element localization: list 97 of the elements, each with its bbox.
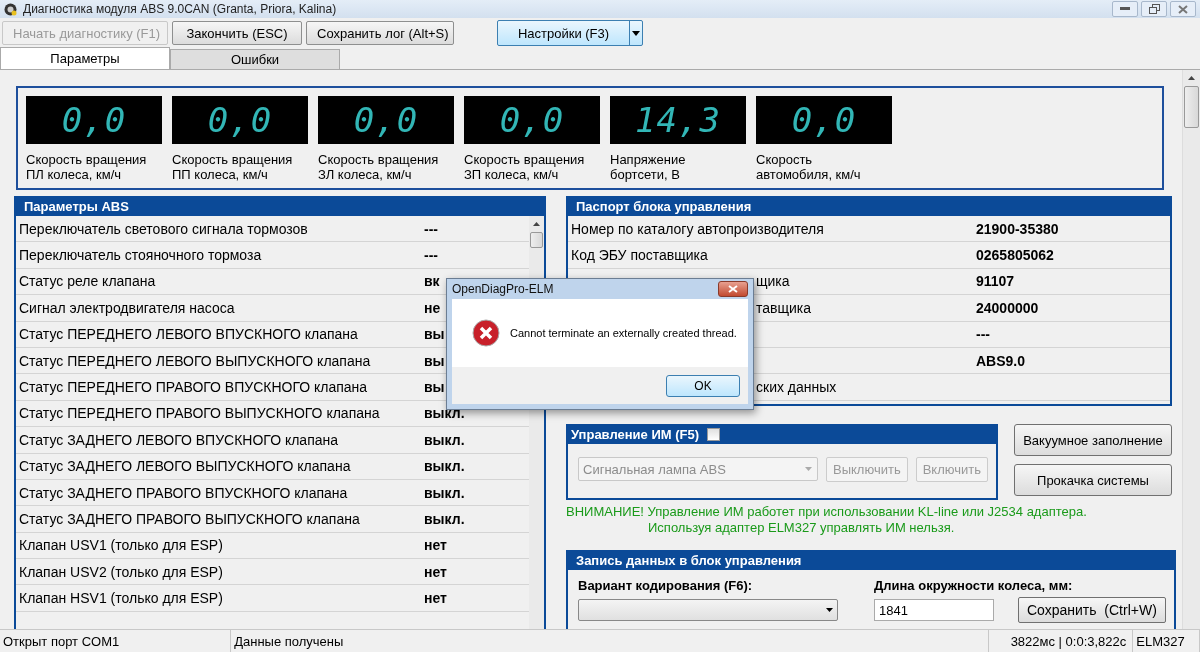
digital-display: 14,3 <box>610 96 746 144</box>
checkbox[interactable] <box>707 427 721 441</box>
action-button[interactable]: Прокачка системы <box>1014 464 1172 496</box>
param-value: нет <box>424 537 447 554</box>
toolbar-button[interactable]: Сохранить лог (Alt+S) <box>306 21 454 45</box>
gauge-label: Скорость автомобиля, км/ч <box>756 152 862 182</box>
dropdown-arrow-icon <box>826 608 833 612</box>
param-label: Сигнал электродвигателя насоса <box>19 299 236 316</box>
scroll-thumb[interactable] <box>1184 86 1199 128</box>
passport-value: --- <box>976 326 990 343</box>
param-value: выкл. <box>424 405 465 422</box>
passport-value: 24000000 <box>976 299 1039 316</box>
panel-header: Паспорт блока управления <box>568 196 1170 216</box>
param-label: Статус ПЕРЕДНЕГО ПРАВОГО ВПУСКНОГО клапана <box>19 379 369 396</box>
digital-display: 0,0 <box>26 96 162 144</box>
ok-button[interactable]: OK <box>666 374 740 397</box>
passport-value: 0265805062 <box>976 247 1054 264</box>
passport-label: тавщика <box>756 299 812 316</box>
gauge-label: Скорость вращения ЗЛ колеса, км/ч <box>318 152 440 182</box>
digital-display: 0,0 <box>318 96 454 144</box>
param-label: Статус ЗАДНЕГО ЛЕВОГО ВПУСКНОГО клапана <box>19 431 340 448</box>
param-value: --- <box>424 247 438 264</box>
param-label: Клапан USV1 (только для ESP) <box>19 537 224 554</box>
param-value: выкл. <box>424 431 465 448</box>
passport-value: ABS9.0 <box>976 352 1026 369</box>
scroll-thumb[interactable] <box>530 232 543 248</box>
scroll-up-icon <box>533 222 540 226</box>
restore-icon <box>1148 4 1160 14</box>
coding-dropdown[interactable] <box>578 599 838 621</box>
minimize-button[interactable] <box>1112 1 1138 17</box>
param-value: не <box>424 299 441 316</box>
passport-label: ских данных <box>756 379 837 396</box>
passport-value: 91107 <box>976 273 1015 290</box>
toolbar-button[interactable]: Закончить (ESC) <box>172 21 302 45</box>
param-label: Статус ПЕРЕДНЕГО ЛЕВОГО ВПУСКНОГО клапана <box>19 326 359 343</box>
param-label: Статус реле клапана <box>19 273 157 290</box>
tab[interactable]: Параметры <box>0 47 170 69</box>
scroll-up-icon <box>1188 76 1195 80</box>
passport-label: щика <box>756 273 790 290</box>
digital-display: 0,0 <box>172 96 308 144</box>
param-label: Статус ЗАДНЕГО ЛЕВОГО ВЫПУСКНОГО клапана <box>19 458 352 475</box>
field-label: Длина окружности колеса, мм: <box>874 578 1073 593</box>
gauge-label: Скорость вращения ПП колеса, км/ч <box>172 152 294 182</box>
gauge-label: Скорость вращения ПЛ колеса, км/ч <box>26 152 148 182</box>
minimize-icon <box>1120 7 1130 11</box>
dialog-title: OpenDiagPro-ELM <box>452 282 554 296</box>
passport-label: Номер по каталогу автопроизводителя <box>571 220 824 237</box>
param-value: вы <box>424 326 445 343</box>
panel-header: Управление ИМ (F5) <box>571 426 700 442</box>
dialog-message: Cannot terminate an externally created thread. <box>510 327 737 339</box>
caret-icon <box>632 30 640 36</box>
param-label: Переключатель стояночного тормоза <box>19 247 263 264</box>
warning-text: Используя адаптер ELM327 управлять ИМ нельзя. <box>648 520 955 535</box>
warning-text: ВНИМАНИЕ! Управление ИМ работет при использовании KL-line или J2534 адаптера. <box>566 504 1087 519</box>
save-button[interactable]: Сохранить (Ctrl+W) <box>1018 597 1166 623</box>
param-value: выкл. <box>424 458 465 475</box>
status-text: ELM327 <box>1136 633 1185 649</box>
close-button[interactable] <box>1170 1 1196 17</box>
param-label: Статус ПЕРЕДНЕГО ПРАВОГО ВЫПУСКНОГО клапана <box>19 405 381 422</box>
close-button[interactable] <box>718 281 748 297</box>
param-value: выкл. <box>424 484 465 501</box>
param-value: вы <box>424 379 445 396</box>
param-label: Статус ПЕРЕДНЕГО ЛЕВОГО ВЫПУСКНОГО клапана <box>19 352 372 369</box>
digital-display: 0,0 <box>756 96 892 144</box>
passport-label: Код ЭБУ поставщика <box>571 247 708 264</box>
window-title: Диагностика модуля ABS 9.0CAN (Granta, Priora, Kalina) <box>23 2 338 16</box>
panel-header: Запись данных в блок управления <box>568 550 1174 570</box>
param-value: нет <box>424 563 447 580</box>
field-label: Вариант кодирования (F6): <box>578 578 753 593</box>
param-value: выкл. <box>424 511 465 527</box>
restore-button[interactable] <box>1141 1 1167 17</box>
error-icon <box>472 319 500 347</box>
status-text: 3822мс | 0:0:3,822с <box>1010 633 1127 649</box>
input-field[interactable]: 1841 <box>874 599 994 621</box>
panel-header: Параметры ABS <box>16 196 544 216</box>
param-value: вы <box>424 352 445 369</box>
param-label: Переключатель светового сигнала тормозов <box>19 220 309 237</box>
status-text: Открыт порт COM1 <box>3 633 120 649</box>
gauge-label: Напряжение бортсети, В <box>610 152 687 182</box>
param-value: нет <box>424 590 447 607</box>
param-label: Статус ЗАДНЕГО ПРАВОГО ВПУСКНОГО клапана <box>19 484 349 501</box>
param-label: Клапан USV2 (только для ESP) <box>19 563 224 580</box>
app-icon <box>4 2 17 16</box>
action-button[interactable]: Вакуумное заполнение <box>1014 424 1172 456</box>
passport-value: 21900-35380 <box>976 220 1059 237</box>
param-label: Клапан HSV1 (только для ESP) <box>19 590 224 607</box>
close-icon <box>728 285 738 293</box>
dropdown-arrow-icon <box>805 467 812 471</box>
close-icon <box>1178 4 1188 14</box>
settings-button[interactable]: Настройки (F3) <box>497 20 643 46</box>
param-value: вк <box>424 273 440 290</box>
gauge-label: Скорость вращения ЗП колеса, км/ч <box>464 152 586 182</box>
digital-display: 0,0 <box>464 96 600 144</box>
param-value: --- <box>424 220 438 237</box>
param-label: Статус ЗАДНЕГО ПРАВОГО ВЫПУСКНОГО клапана <box>19 511 361 527</box>
tab[interactable]: Ошибки <box>170 49 340 69</box>
status-text: Данные получены <box>234 633 344 649</box>
